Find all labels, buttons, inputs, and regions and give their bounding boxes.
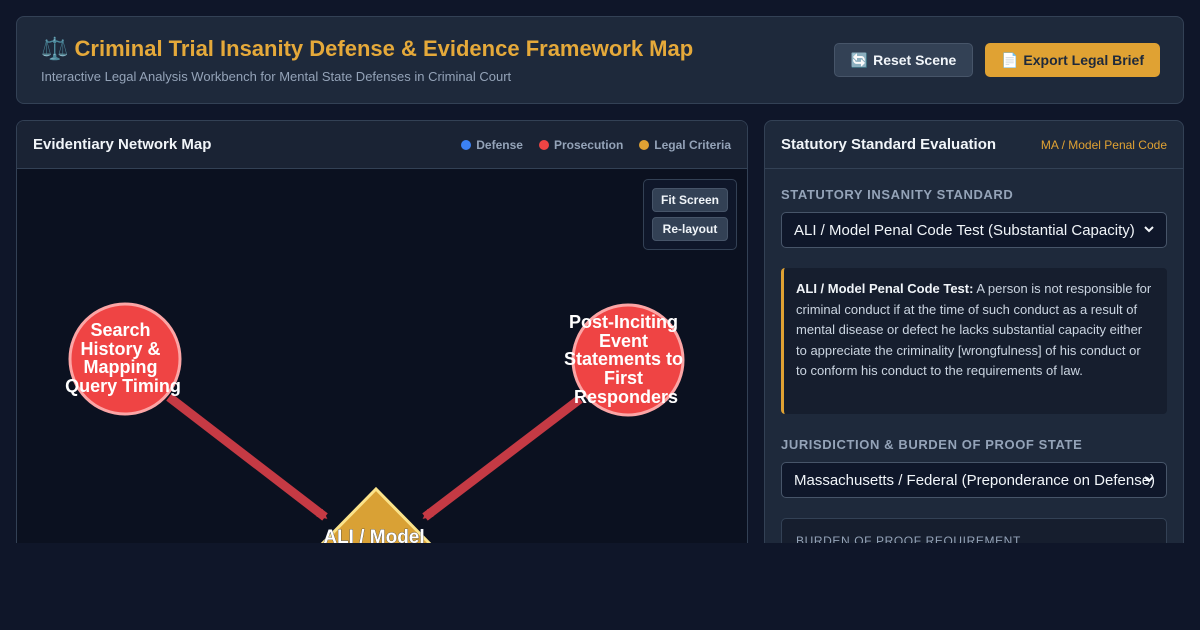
document-icon: 📄 — [1000, 51, 1019, 68]
node-search-line-3: Mapping — [83, 357, 157, 377]
node-post-line-3: Statements to — [564, 349, 683, 369]
jurisdiction-section-label: JURISDICTION & BURDEN OF PROOF STATE — [781, 437, 1083, 452]
evaluation-panel-title: Statutory Standard Evaluation — [781, 136, 997, 153]
network-panel-header: Evidentiary Network Map Defense Prosecut… — [17, 121, 747, 169]
jurisdiction-tag: MA / Model Penal Code — [1040, 138, 1167, 152]
jurisdiction-value: Massachusetts / Federal (Preponderance o… — [794, 471, 1156, 489]
export-legal-brief-label: Export Legal Brief — [1023, 52, 1145, 68]
defense-dot-icon — [461, 140, 472, 150]
legend-defense-label: Defense — [476, 138, 523, 152]
insanity-standard-value: ALI / Model Penal Code Test (Substantial… — [794, 221, 1135, 239]
prosecution-dot-icon — [538, 140, 549, 150]
reset-scene-label: Reset Scene — [873, 52, 957, 68]
network-legend: Defense Prosecution Legal Criteria — [461, 138, 731, 152]
insanity-standard-select[interactable]: ALI / Model Penal Code Test (Substantial… — [781, 212, 1167, 248]
refresh-icon: 🔄 — [850, 51, 869, 68]
node-post-line-2: Event — [599, 331, 648, 351]
viewport-cutoff — [0, 543, 1200, 630]
legend-prosecution-label: Prosecution — [553, 138, 624, 152]
map-controls: Fit Screen Re-layout — [643, 179, 737, 250]
node-post-line-4: First — [604, 368, 643, 388]
edge-search-to-ali — [166, 393, 328, 521]
jurisdiction-select[interactable]: Massachusetts / Federal (Preponderance o… — [781, 462, 1167, 498]
node-search-line-4: Query Timing — [65, 376, 181, 396]
app-header: ⚖️ Criminal Trial Insanity Defense & Evi… — [16, 16, 1184, 104]
node-search-line-1: Search — [90, 320, 150, 340]
chevron-down-icon — [1144, 476, 1154, 483]
node-post-label: Post-Inciting Event Statements to First … — [564, 312, 688, 407]
node-post-line-1: Post-Inciting — [569, 312, 678, 332]
standard-description: ALI / Model Penal Code Test: A person is… — [781, 268, 1167, 414]
edge-post-to-ali — [422, 395, 583, 521]
standard-term: ALI / Model Penal Code Test: — [796, 281, 974, 296]
node-post-inciting[interactable]: Post-Inciting Event Statements to First … — [564, 303, 688, 417]
node-ali-model[interactable]: ALI / Model — [316, 486, 436, 550]
legal-criteria-dot-icon — [639, 140, 650, 150]
relayout-button[interactable]: Re-layout — [652, 217, 728, 241]
statutory-evaluation-panel: Statutory Standard Evaluation MA / Model… — [764, 120, 1184, 550]
legend-defense: Defense — [461, 138, 523, 152]
page-subtitle: Interactive Legal Analysis Workbench for… — [41, 69, 512, 84]
standard-section-label: STATUTORY INSANITY STANDARD — [781, 187, 1014, 202]
network-panel-title: Evidentiary Network Map — [33, 136, 212, 153]
fit-screen-button[interactable]: Fit Screen — [652, 188, 728, 212]
page-title: ⚖️ Criminal Trial Insanity Defense & Evi… — [41, 36, 693, 62]
evidentiary-network-panel: ALI / Model Search History & Mapping Que… — [16, 120, 748, 550]
legend-legal-criteria: Legal Criteria — [639, 138, 731, 152]
chevron-down-icon — [1144, 226, 1154, 233]
node-search-line-2: History & — [80, 339, 160, 359]
legend-legal-criteria-label: Legal Criteria — [654, 138, 731, 152]
node-post-line-5: Responders — [574, 387, 678, 407]
network-canvas[interactable]: ALI / Model Search History & Mapping Que… — [17, 121, 748, 550]
export-legal-brief-button[interactable]: 📄 Export Legal Brief — [985, 43, 1160, 77]
legend-prosecution: Prosecution — [538, 138, 624, 152]
scales-icon: ⚖️ — [41, 36, 69, 61]
node-search-history[interactable]: Search History & Mapping Query Timing — [65, 302, 182, 416]
evaluation-panel-header: Statutory Standard Evaluation MA / Model… — [765, 121, 1183, 169]
page-title-text: Criminal Trial Insanity Defense & Eviden… — [74, 36, 694, 61]
reset-scene-button[interactable]: 🔄 Reset Scene — [834, 43, 973, 77]
